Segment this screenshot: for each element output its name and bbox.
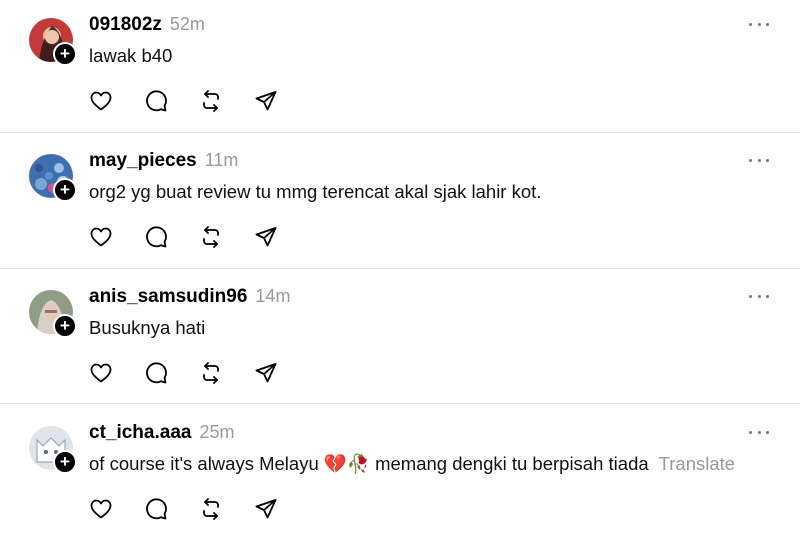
divider: [0, 132, 800, 133]
more-options-icon[interactable]: [749, 150, 769, 170]
username[interactable]: ct_icha.aaa: [89, 422, 191, 444]
follow-plus-icon[interactable]: +: [53, 450, 77, 474]
avatar-container: +: [29, 426, 77, 474]
comment-icon[interactable]: [144, 89, 168, 113]
heart-icon[interactable]: [89, 497, 113, 521]
post: + anis_samsudin96 14m Busuknya hati: [0, 272, 800, 406]
post-header: 091802z 52m: [89, 14, 205, 38]
timestamp: 25m: [199, 422, 235, 442]
timestamp: 52m: [169, 14, 205, 34]
divider: [0, 268, 800, 269]
heart-icon[interactable]: [89, 225, 113, 249]
post: + ct_icha.aaa 25m of course it's always …: [0, 408, 800, 542]
post-text: of course it's always Melayu 💔🥀 memang d…: [89, 453, 736, 474]
avatar-container: +: [29, 154, 77, 202]
post-actions: [89, 361, 309, 385]
comment-icon[interactable]: [144, 361, 168, 385]
username[interactable]: anis_samsudin96: [89, 286, 247, 308]
post-text: org2 yg buat review tu mmg terencat akal…: [89, 181, 542, 202]
comment-icon[interactable]: [144, 225, 168, 249]
username[interactable]: may_pieces: [89, 150, 197, 172]
repost-icon[interactable]: [199, 225, 223, 249]
translate-link[interactable]: Translate: [659, 453, 735, 474]
post-actions: [89, 89, 309, 113]
post: + 091802z 52m lawak b40: [0, 0, 800, 134]
heart-icon[interactable]: [89, 89, 113, 113]
username[interactable]: 091802z: [89, 14, 162, 36]
follow-plus-icon[interactable]: +: [53, 178, 77, 202]
divider: [0, 403, 800, 404]
threads-feed: + 091802z 52m lawak b40 + may_pieces 11m…: [0, 0, 800, 537]
post-text: Busuknya hati: [89, 317, 206, 338]
avatar-container: +: [29, 18, 77, 66]
timestamp: 11m: [204, 150, 239, 170]
post-actions: [89, 497, 309, 521]
post-header: anis_samsudin96 14m: [89, 286, 290, 310]
avatar-container: +: [29, 290, 77, 338]
post-header: may_pieces 11m: [89, 150, 238, 174]
send-icon[interactable]: [254, 225, 278, 249]
comment-icon[interactable]: [144, 497, 168, 521]
post-header: ct_icha.aaa 25m: [89, 422, 234, 446]
heart-icon[interactable]: [89, 361, 113, 385]
repost-icon[interactable]: [199, 89, 223, 113]
send-icon[interactable]: [254, 89, 278, 113]
timestamp: 14m: [255, 286, 291, 306]
more-options-icon[interactable]: [749, 14, 769, 34]
more-options-icon[interactable]: [749, 286, 769, 306]
repost-icon[interactable]: [199, 361, 223, 385]
follow-plus-icon[interactable]: +: [53, 42, 77, 66]
post-text: lawak b40: [89, 45, 173, 66]
post-actions: [89, 225, 309, 249]
send-icon[interactable]: [254, 497, 278, 521]
more-options-icon[interactable]: [749, 422, 769, 442]
post: + may_pieces 11m org2 yg buat review tu …: [0, 136, 800, 270]
repost-icon[interactable]: [199, 497, 223, 521]
follow-plus-icon[interactable]: +: [53, 314, 77, 338]
send-icon[interactable]: [254, 361, 278, 385]
